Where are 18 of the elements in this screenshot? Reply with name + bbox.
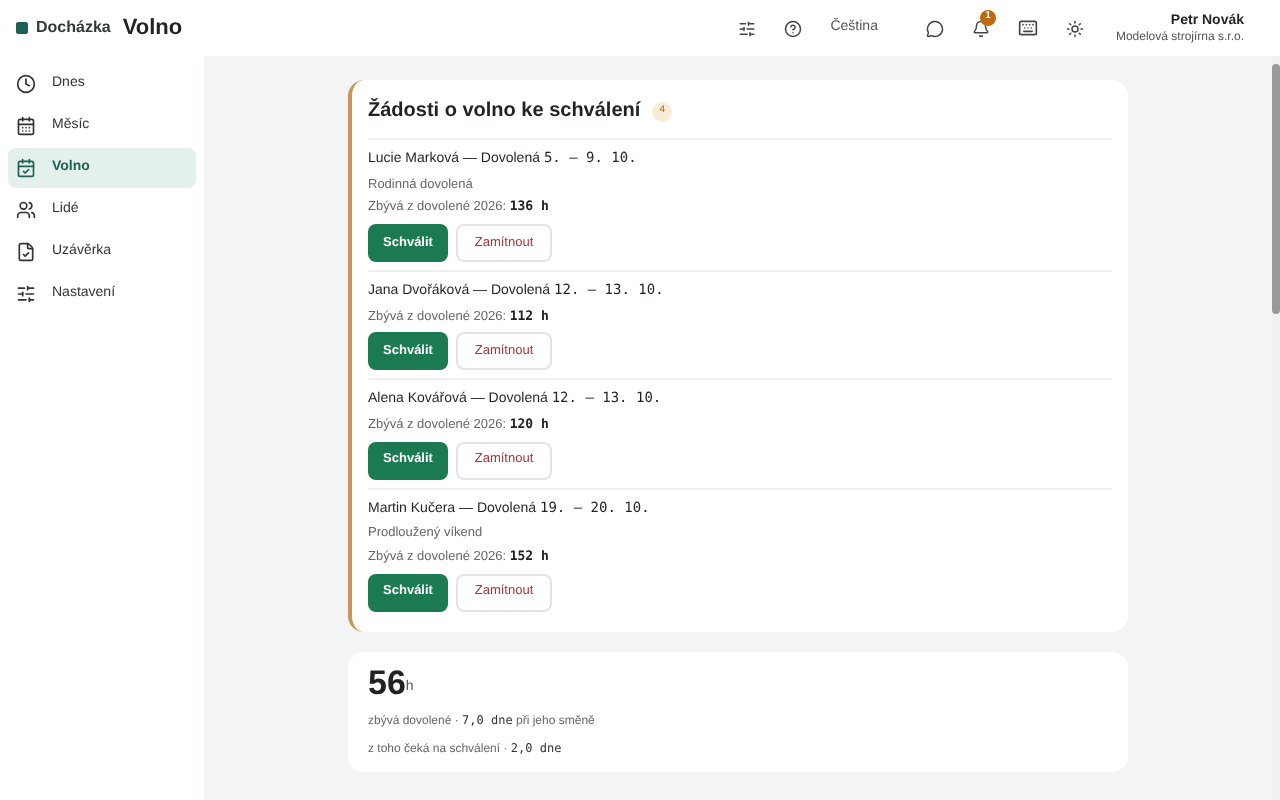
card-title: Žádosti o volno ke schválení: [368, 96, 641, 126]
calendar-icon: [16, 116, 36, 136]
help-icon[interactable]: [784, 19, 803, 37]
sliders-icon: [16, 284, 36, 304]
users-icon: [16, 200, 36, 220]
document-check-icon: [16, 242, 36, 262]
page-title: Volno: [122, 13, 183, 44]
calendar-check-icon: [16, 158, 36, 178]
sun-icon[interactable]: [1065, 19, 1084, 37]
keyboard-icon[interactable]: [1017, 18, 1038, 38]
app-name: Docházka: [36, 16, 111, 40]
sliders-icon[interactable]: [738, 19, 757, 37]
logo-icon: [16, 22, 28, 34]
bell-icon[interactable]: [971, 19, 990, 37]
scrollbar[interactable]: [1272, 56, 1280, 800]
clock-icon: [16, 74, 36, 94]
chat-icon[interactable]: [925, 19, 944, 37]
balance-value: 56: [368, 663, 406, 703]
